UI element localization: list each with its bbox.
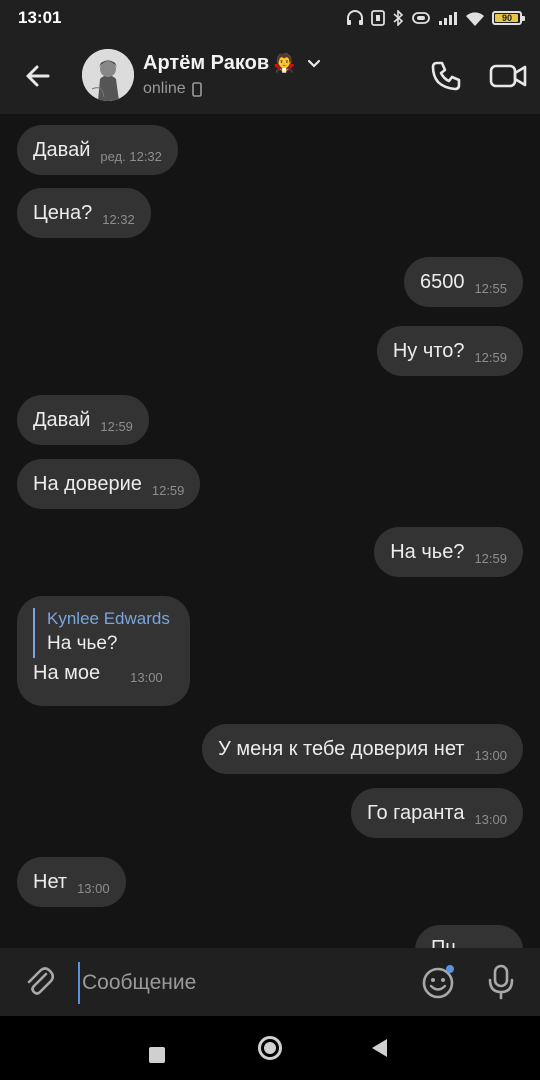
message-list[interactable]: Давай ред. 12:32 Цена? 12:32 6500 12:55 … [0, 114, 540, 948]
message-time: 12:59 [100, 418, 133, 434]
message-outgoing[interactable]: Ну что? 12:59 [376, 326, 523, 376]
paperclip-icon[interactable] [22, 964, 56, 998]
status-time: 13:01 [18, 8, 62, 27]
recents-button[interactable] [149, 1047, 165, 1063]
battery-percent: 90 [501, 13, 512, 23]
message-time: 13:00 [474, 811, 507, 827]
contact-status: online [143, 80, 202, 98]
message-incoming[interactable]: Нет 13:00 [17, 857, 126, 907]
reply-author: Kynlee Edwards [47, 609, 170, 628]
contact-emoji: 🧛 [273, 53, 296, 73]
wifi-icon [466, 11, 484, 26]
message-incoming[interactable]: Цена? 12:32 [17, 188, 151, 238]
message-text: На мое [33, 662, 101, 684]
video-camera-icon[interactable] [488, 58, 528, 94]
message-outgoing[interactable]: На чье? 12:59 [374, 527, 523, 577]
message-text: На чье? [390, 540, 465, 563]
message-text: У меня к тебе доверия нет [218, 737, 465, 760]
message-time: 13:00 [77, 880, 110, 896]
message-time: 12:55 [474, 280, 507, 296]
reply-quote[interactable]: Kynlee Edwards На чье? [33, 608, 174, 658]
reply-text: На чье? [47, 633, 118, 654]
back-button[interactable] [372, 1039, 387, 1057]
status-text: online [143, 80, 186, 97]
message-outgoing[interactable]: 6500 12:55 [403, 257, 523, 307]
phone-icon[interactable] [428, 58, 464, 94]
message-incoming[interactable]: Давай 12:59 [17, 395, 149, 445]
vibration-icon [412, 12, 430, 24]
message-outgoing[interactable]: Го гаранта 13:00 [350, 788, 523, 838]
message-text: Цена? [33, 201, 93, 224]
message-incoming-reply[interactable]: Kynlee Edwards На чье? На мое 13:00 [17, 596, 190, 706]
emoji-icon[interactable] [421, 964, 457, 1000]
message-incoming[interactable]: На доверие 12:59 [17, 459, 201, 509]
message-text: Нет [33, 870, 68, 893]
chat-header: Артём Раков 🧛 online [0, 36, 540, 114]
headphones-icon [347, 10, 363, 25]
mobile-phone-icon [191, 81, 202, 97]
system-nav-bar [0, 1016, 540, 1080]
status-bar: 13:01 90 [0, 0, 540, 36]
signal-icon [439, 12, 457, 25]
battery-icon: 90 [492, 11, 525, 25]
message-time: 12:59 [151, 482, 185, 498]
contact-name-text: Артём Раков [143, 52, 270, 74]
chevron-down-icon[interactable] [306, 58, 322, 70]
message-outgoing[interactable]: Пч [415, 925, 523, 948]
message-time: 13:00 [474, 747, 507, 763]
composer-bar [0, 948, 540, 1016]
message-text: Пч [431, 937, 456, 948]
nfc-icon [371, 10, 385, 26]
message-outgoing[interactable]: У меня к тебе доверия нет 13:00 [202, 724, 523, 774]
message-time: ред. 12:32 [100, 148, 162, 164]
message-time: 12:59 [474, 349, 507, 365]
message-text: 6500 [419, 270, 465, 293]
message-time: 13:00 [130, 670, 163, 685]
message-text: Го гаранта [366, 801, 465, 824]
avatar[interactable] [82, 49, 134, 101]
message-text: Давай [33, 138, 91, 161]
home-button[interactable] [258, 1036, 282, 1060]
message-text: Давай [33, 408, 91, 431]
contact-name[interactable]: Артём Раков 🧛 [143, 52, 322, 75]
back-arrow-icon[interactable] [20, 58, 56, 94]
message-incoming[interactable]: Давай ред. 12:32 [17, 125, 178, 175]
message-time: 12:59 [474, 550, 507, 566]
message-time: 12:32 [102, 211, 135, 227]
message-text: Ну что? [392, 339, 465, 362]
message-input[interactable] [78, 962, 404, 1004]
bluetooth-icon [393, 10, 404, 26]
microphone-icon[interactable] [486, 964, 516, 1000]
message-text: На доверие [33, 472, 142, 495]
status-icons: 90 [346, 10, 525, 26]
